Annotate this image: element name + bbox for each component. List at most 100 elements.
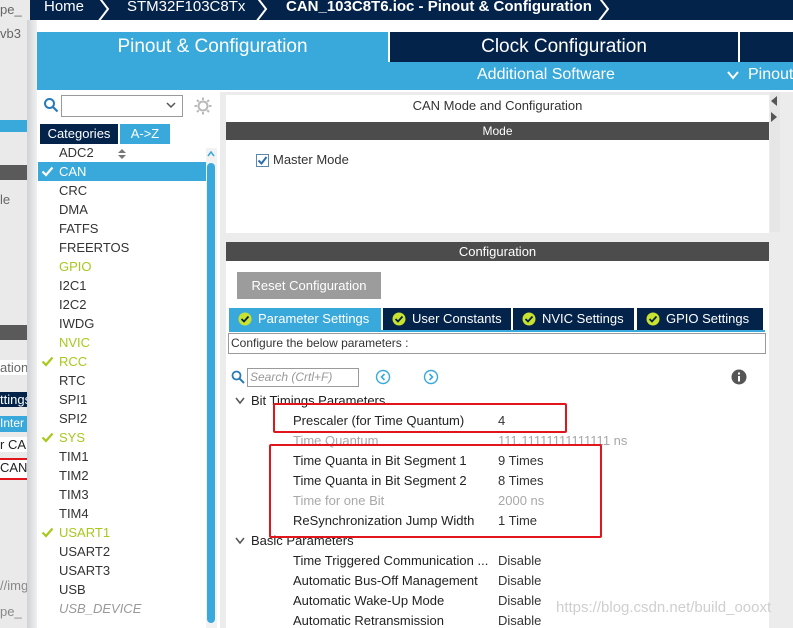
- master-mode-checkbox[interactable]: [256, 154, 269, 167]
- bg-text: //img: [0, 578, 29, 593]
- tab-label: User Constants: [412, 311, 502, 326]
- highlight-box: [273, 403, 567, 433]
- category-label: CRC: [59, 183, 88, 198]
- category-item-usart1[interactable]: USART1: [38, 523, 206, 542]
- category-item-rcc[interactable]: RCC: [38, 352, 206, 371]
- category-item-spi1[interactable]: SPI1: [38, 390, 206, 409]
- master-mode-label: Master Mode: [273, 152, 349, 167]
- triangle-right-icon[interactable]: [770, 112, 778, 122]
- param-label: Automatic Wake-Up Mode: [293, 593, 445, 608]
- bg-text: ation: [0, 360, 30, 375]
- category-label: SPI1: [59, 392, 88, 407]
- tab-user-constants[interactable]: User Constants: [383, 308, 511, 330]
- category-label: RTC: [59, 373, 86, 388]
- category-scrollbar-thumb[interactable]: [207, 163, 215, 623]
- category-item-usart3[interactable]: USART3: [38, 561, 206, 580]
- breadcrumb: Home STM32F103C8Tx CAN_103C8T6.ioc - Pin…: [30, 0, 793, 20]
- checkmark-icon: [41, 356, 54, 367]
- tab-overflow[interactable]: [740, 32, 793, 62]
- param-value[interactable]: Disable: [498, 573, 541, 588]
- category-item-usart2[interactable]: USART2: [38, 542, 206, 561]
- category-item-tim3[interactable]: TIM3: [38, 485, 206, 504]
- window-shadow: [27, 20, 37, 628]
- checkmark-icon: [257, 156, 268, 166]
- category-item-rtc[interactable]: RTC: [38, 371, 206, 390]
- breadcrumb-device[interactable]: STM32F103C8Tx: [127, 0, 245, 15]
- category-item-tim2[interactable]: TIM2: [38, 466, 206, 485]
- category-label: SPI2: [59, 411, 88, 426]
- chevron-down-icon: [727, 71, 739, 80]
- category-label: ADC2: [59, 148, 94, 160]
- gear-icon[interactable]: [193, 96, 213, 116]
- parameter-search-input[interactable]: Search (Crtl+F): [247, 368, 359, 387]
- bg-text: pe_: [0, 604, 22, 619]
- category-item-nvic[interactable]: NVIC: [38, 333, 206, 352]
- category-item-dma[interactable]: DMA: [38, 200, 206, 219]
- tab-a-z[interactable]: A->Z: [120, 124, 170, 144]
- param-value[interactable]: Disable: [498, 553, 541, 568]
- category-label: FATFS: [59, 221, 99, 236]
- category-label: IWDG: [59, 316, 95, 331]
- category-item-spi2[interactable]: SPI2: [38, 409, 206, 428]
- watermark: https://blog.csdn.net/build_oooxt: [556, 599, 772, 616]
- category-search-combo[interactable]: [61, 95, 183, 117]
- category-list: ADC2 CAN CRC DMA FATFS FREERTOS GPIO I2C1 I2C2 IW…: [38, 148, 206, 628]
- category-item-can[interactable]: CAN: [38, 162, 206, 181]
- category-item-freertos[interactable]: FREERTOS: [38, 238, 206, 257]
- category-label: RCC: [59, 354, 88, 369]
- search-icon: [231, 370, 245, 384]
- checkmark-icon: [41, 527, 54, 538]
- category-item-fatfs[interactable]: FATFS: [38, 219, 206, 238]
- sub-toolbar: [37, 62, 793, 90]
- tab-clock-configuration[interactable]: Clock Configuration: [390, 32, 738, 62]
- info-icon[interactable]: [731, 369, 747, 385]
- chevron-down-icon: [235, 397, 245, 405]
- category-item-usb[interactable]: USB: [38, 580, 206, 599]
- check-circle-icon: [392, 312, 406, 326]
- category-label: TIM3: [59, 487, 89, 502]
- mode-caption: CAN Mode and Configuration: [412, 98, 583, 113]
- category-item-usb-device[interactable]: USB_DEVICE: [38, 599, 206, 618]
- category-label: CAN: [59, 164, 87, 179]
- previous-match-icon[interactable]: [375, 369, 391, 385]
- category-item-crc[interactable]: CRC: [38, 181, 206, 200]
- tab-gpio-settings[interactable]: GPIO Settings: [637, 308, 763, 330]
- category-label: I2C1: [59, 278, 87, 293]
- category-item-gpio[interactable]: GPIO: [38, 257, 206, 276]
- bg-bar: [0, 120, 30, 132]
- param-value[interactable]: Disable: [498, 593, 541, 608]
- tab-label: NVIC Settings: [542, 311, 624, 326]
- category-label: FREERTOS: [59, 240, 130, 255]
- tab-nvic-settings[interactable]: NVIC Settings: [513, 308, 634, 330]
- pinout-menu-label: Pinout: [748, 66, 793, 83]
- bg-text: vb3: [0, 26, 21, 41]
- category-label: DMA: [59, 202, 88, 217]
- category-item-tim1[interactable]: TIM1: [38, 447, 206, 466]
- sort-arrows-icon: [118, 149, 126, 159]
- breadcrumb-home[interactable]: Home: [44, 0, 84, 15]
- additional-software-menu[interactable]: Additional Software: [477, 66, 615, 84]
- param-label: Automatic Bus-Off Management: [293, 573, 478, 588]
- category-item-i2c1[interactable]: I2C1: [38, 276, 206, 295]
- scroll-up-icon[interactable]: [207, 150, 215, 158]
- category-item-tim4[interactable]: TIM4: [38, 504, 206, 523]
- category-item-iwdg[interactable]: IWDG: [38, 314, 206, 333]
- reset-configuration-button[interactable]: Reset Configuration: [237, 272, 381, 299]
- category-label: TIM4: [59, 506, 89, 521]
- category-item-i2c2[interactable]: I2C2: [38, 295, 206, 314]
- next-match-icon[interactable]: [423, 369, 439, 385]
- check-circle-icon: [646, 312, 660, 326]
- category-label: USART2: [59, 544, 111, 559]
- category-item-sys[interactable]: SYS: [38, 428, 206, 447]
- tab-categories[interactable]: Categories: [40, 124, 118, 144]
- chevron-down-icon[interactable]: [166, 100, 176, 110]
- tab-pinout-configuration[interactable]: Pinout & Configuration: [37, 32, 388, 62]
- bg-bar: [0, 325, 30, 340]
- param-value[interactable]: Disable: [498, 613, 541, 628]
- triangle-left-icon[interactable]: [770, 96, 778, 106]
- tab-parameter-settings[interactable]: Parameter Settings: [229, 308, 381, 330]
- breadcrumb-project[interactable]: CAN_103C8T6.ioc - Pinout & Configuration: [286, 0, 592, 15]
- bg-text: CAN: [0, 458, 30, 480]
- background-window: pe_ vb3 le ation ttings Inter r CAN CAN …: [0, 0, 30, 628]
- tab-label: GPIO Settings: [666, 311, 750, 326]
